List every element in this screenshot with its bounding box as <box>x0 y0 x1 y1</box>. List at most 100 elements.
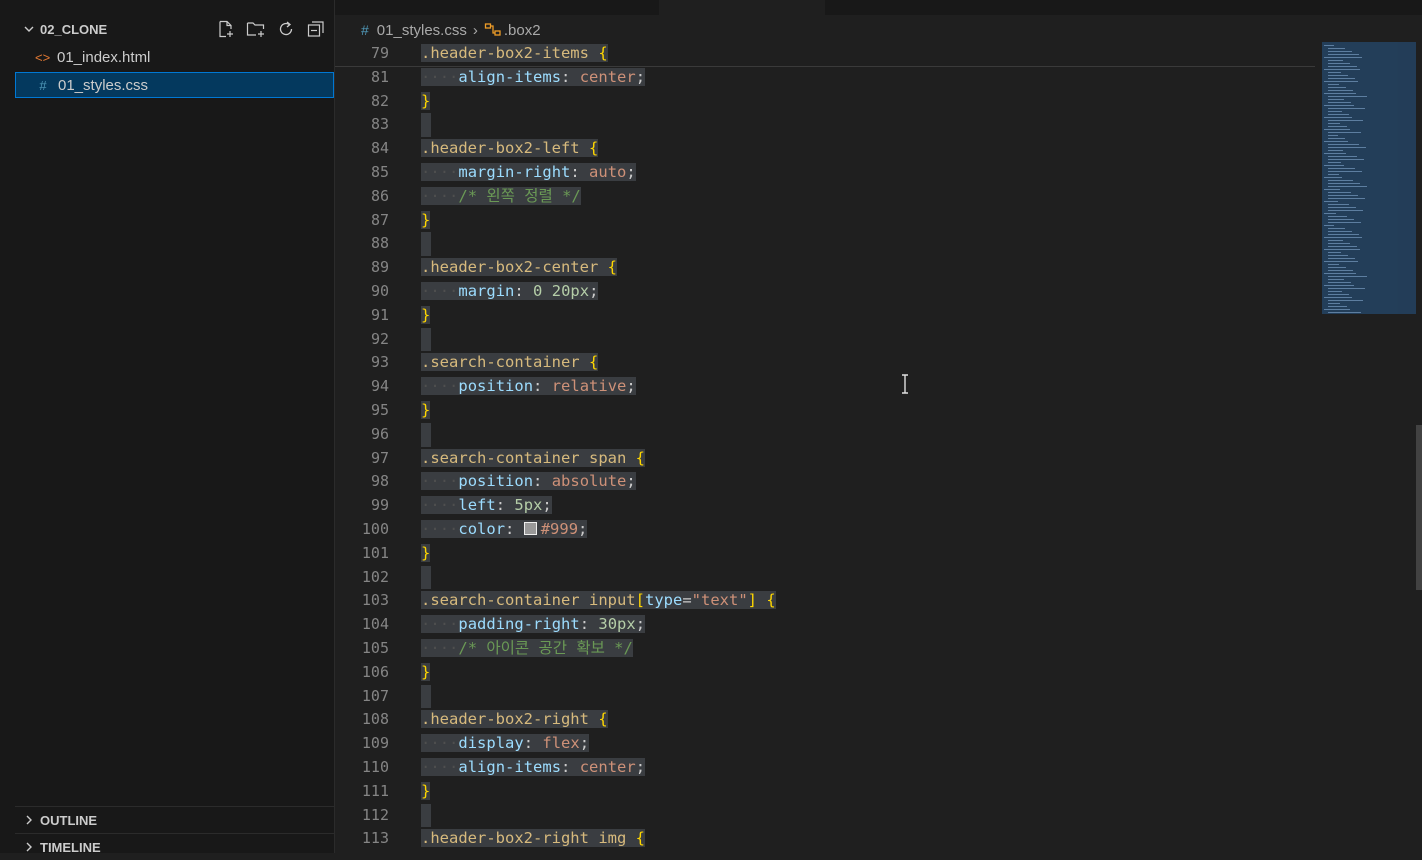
file-label: 01_styles.css <box>58 76 149 94</box>
minimap-line <box>1328 276 1367 277</box>
selection-highlight <box>421 422 431 447</box>
minimap-line <box>1324 237 1362 238</box>
explorer-folder-header[interactable]: 02_CLONE <box>15 16 334 42</box>
code-line-text: } <box>421 662 431 681</box>
code-line[interactable]: 98 ····position: absolute; <box>335 470 1315 494</box>
file-item-styles-css[interactable]: # 01_styles.css <box>15 72 334 98</box>
minimap-line <box>1324 57 1362 58</box>
minimap-line <box>1328 264 1339 265</box>
code-line[interactable]: 104 ····padding-right: 30px; <box>335 613 1315 637</box>
code-line[interactable]: 99 ····left: 5px; <box>335 494 1315 518</box>
code-line[interactable]: 100 ····color: #999; <box>335 518 1315 542</box>
collapse-all-button[interactable] <box>304 18 328 40</box>
line-number: 112 <box>361 805 389 824</box>
code-line[interactable]: 107 <box>335 684 1315 709</box>
code-line-text: ····position: absolute; <box>421 472 636 491</box>
file-item-index-html[interactable]: <> 01_index.html <box>15 44 334 70</box>
folder-title: 02_CLONE <box>40 21 108 37</box>
code-line[interactable]: 88 <box>335 232 1315 257</box>
code-line[interactable]: 113 .header-box2-right img { <box>335 827 1315 851</box>
code-line[interactable]: 91} <box>335 304 1315 328</box>
minimap-line <box>1328 60 1343 61</box>
text-cursor-icon <box>902 374 908 394</box>
code-line[interactable]: 97 .search-container span { <box>335 447 1315 471</box>
minimap-line <box>1328 48 1345 49</box>
timeline-panel-header[interactable]: TIMELINE <box>15 833 334 860</box>
line-number: 84 <box>370 139 389 158</box>
new-file-button[interactable] <box>214 18 238 40</box>
code-line[interactable]: 82} <box>335 90 1315 114</box>
code-line-text: ····left: 5px; <box>421 496 552 515</box>
line-number: 88 <box>370 234 389 253</box>
code-line[interactable]: 85 ····margin-right: auto; <box>335 161 1315 185</box>
minimap-line <box>1328 243 1350 244</box>
code-line[interactable]: 84 .header-box2-left { <box>335 137 1315 161</box>
code-line[interactable]: 95} <box>335 399 1315 423</box>
code-line-text: } <box>421 401 431 419</box>
code-line[interactable]: 83 <box>335 113 1315 138</box>
code-line[interactable]: 90 ····margin: 0 20px; <box>335 280 1315 304</box>
code-line-text: ····color: #999; <box>421 520 588 538</box>
code-line[interactable]: 102 <box>335 565 1315 590</box>
code-line[interactable]: 111} <box>335 780 1315 804</box>
code-line[interactable]: 96 <box>335 422 1315 447</box>
line-number: 82 <box>370 91 389 110</box>
code-line[interactable]: 109 ····display: flex; <box>335 732 1315 756</box>
active-editor-tab[interactable] <box>659 0 825 15</box>
vertical-scrollbar-thumb[interactable] <box>1416 425 1422 590</box>
minimap-line <box>1324 225 1334 226</box>
code-line[interactable]: 105 ····/* 아이콘 공간 확보 */ <box>335 637 1315 661</box>
sticky-scroll-line[interactable]: 79 .header-box2-items { <box>335 42 1315 66</box>
new-folder-icon <box>246 22 265 37</box>
breadcrumb-file[interactable]: 01_styles.css <box>377 22 467 39</box>
minimap-line <box>1328 108 1365 109</box>
minimap-line <box>1324 273 1356 274</box>
code-line[interactable]: 93 .search-container { <box>335 351 1315 375</box>
line-number: 98 <box>370 472 389 491</box>
code-line-text: } <box>421 305 431 324</box>
line-number: 94 <box>370 377 389 396</box>
css-file-icon: # <box>39 77 47 93</box>
refresh-button[interactable] <box>274 18 298 40</box>
minimap-line <box>1328 228 1345 229</box>
line-number: 100 <box>361 520 389 538</box>
code-line[interactable]: 92 <box>335 327 1315 352</box>
selection-highlight <box>421 803 431 828</box>
minimap-line <box>1328 294 1349 295</box>
line-number: 101 <box>361 543 389 562</box>
code-line[interactable]: 106} <box>335 661 1315 685</box>
breadcrumb-symbol[interactable]: .box2 <box>504 22 541 39</box>
code-line[interactable]: 108 .header-box2-right { <box>335 708 1315 732</box>
explorer-sidebar: 02_CLONE <> 01_index.html # 01_styles.cs… <box>15 0 335 855</box>
code-line[interactable]: 89 .header-box2-center { <box>335 256 1315 280</box>
minimap-line <box>1328 180 1353 181</box>
minimap-line <box>1328 312 1361 313</box>
minimap[interactable] <box>1322 42 1416 314</box>
line-number: 83 <box>370 115 389 134</box>
minimap-line <box>1328 78 1355 79</box>
code-line[interactable]: 110 ····align-items: center; <box>335 756 1315 780</box>
code-line[interactable]: 87} <box>335 209 1315 233</box>
code-line[interactable]: 81 ····align-items: center; <box>335 66 1315 90</box>
code-editor[interactable]: 79 .header-box2-items { 81 ····align-item… <box>335 42 1315 853</box>
minimap-line <box>1328 168 1355 169</box>
code-line-text: .header-box2-right { <box>421 710 608 729</box>
minimap-line <box>1324 45 1334 46</box>
line-number: 87 <box>370 210 389 229</box>
code-line[interactable]: 86 ····/* 왼쪽 정렬 */ <box>335 185 1315 209</box>
new-folder-button[interactable] <box>244 18 268 40</box>
minimap-line <box>1328 156 1357 157</box>
minimap-line <box>1324 69 1360 70</box>
code-line[interactable]: 112 <box>335 803 1315 828</box>
code-line[interactable]: 94 ····position: relative; <box>335 375 1315 399</box>
color-swatch[interactable] <box>523 521 537 535</box>
minimap-line <box>1324 153 1346 154</box>
code-line[interactable]: 103 .search-container input[type="text"] … <box>335 589 1315 613</box>
minimap-line <box>1324 201 1338 202</box>
breadcrumb: # 01_styles.css › .box2 <box>335 18 541 42</box>
code-line-text: ····/* 아이콘 공간 확보 */ <box>421 639 633 657</box>
minimap-line <box>1324 117 1352 118</box>
minimap-line <box>1328 192 1351 193</box>
code-line[interactable]: 101} <box>335 542 1315 566</box>
outline-panel-header[interactable]: OUTLINE <box>15 806 334 833</box>
